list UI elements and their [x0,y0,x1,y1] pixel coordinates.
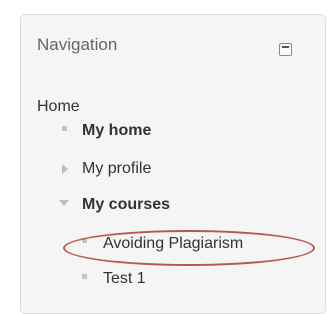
nav-item-test-1[interactable]: Test 1 [103,270,146,288]
nav-item-my-home[interactable]: My home [82,122,151,140]
square-bullet-icon [82,274,87,279]
triangle-down-icon[interactable] [59,200,69,206]
collapse-icon[interactable] [279,43,292,56]
triangle-right-icon[interactable] [62,164,68,174]
square-bullet-icon [62,126,67,131]
highlight-ellipse [63,230,315,266]
nav-item-my-profile[interactable]: My profile [82,160,151,178]
navigation-title: Navigation [37,35,118,54]
nav-item-home[interactable]: Home [37,98,80,116]
nav-item-my-courses[interactable]: My courses [82,196,170,214]
